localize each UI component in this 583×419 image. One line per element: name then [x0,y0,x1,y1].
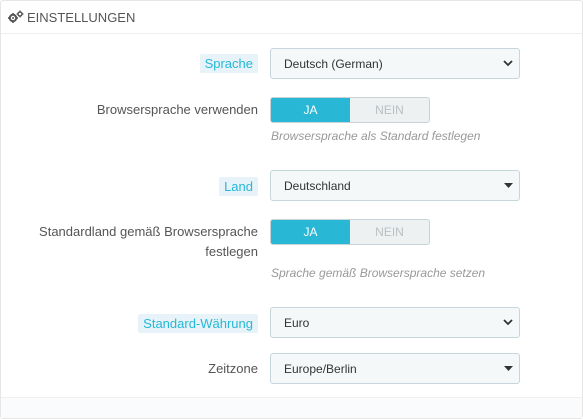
timezone-select[interactable]: Europe/Berlin [270,353,520,384]
caret-down-icon [497,183,519,188]
browser-language-label: Browsersprache verwenden [96,102,258,117]
default-country-help: Sprache gemäß Browsersprache setzen [271,266,486,280]
panel-heading: EINSTELLUNGEN [1,1,582,34]
timezone-select-value: Europe/Berlin [284,361,357,376]
chevron-down-icon [497,60,519,67]
country-select[interactable]: Deutschland [270,170,520,201]
default-country-yes[interactable]: JA [271,220,350,244]
default-country-label-line1: Standardland gemäß Browsersprache [39,224,258,239]
browser-language-toggle[interactable]: JA NEIN [270,97,430,123]
currency-select-value: Euro [284,315,310,330]
browser-language-help: Browsersprache als Standard festlegen [271,129,481,143]
browser-language-no[interactable]: NEIN [350,98,429,122]
default-country-label-line2: festlegen [205,244,258,259]
panel-footer [1,397,582,418]
country-select-value: Deutschland [284,178,351,193]
browser-language-yes[interactable]: JA [271,98,350,122]
language-select-value: Deutsch (German) [284,56,383,71]
chevron-down-icon [497,319,519,326]
language-label: Sprache [199,54,258,73]
default-country-no[interactable]: NEIN [350,220,429,244]
gears-icon [8,10,24,23]
caret-down-icon [497,366,519,371]
currency-select[interactable]: Euro [270,307,520,338]
currency-label: Standard-Währung [138,314,258,333]
country-label: Land [219,177,258,196]
timezone-label: Zeitzone [208,361,258,376]
panel-title: EINSTELLUNGEN [27,9,136,25]
settings-panel: EINSTELLUNGEN Sprache Deutsch (German) B… [0,0,583,419]
default-country-toggle[interactable]: JA NEIN [270,219,430,245]
language-select[interactable]: Deutsch (German) [270,48,520,79]
